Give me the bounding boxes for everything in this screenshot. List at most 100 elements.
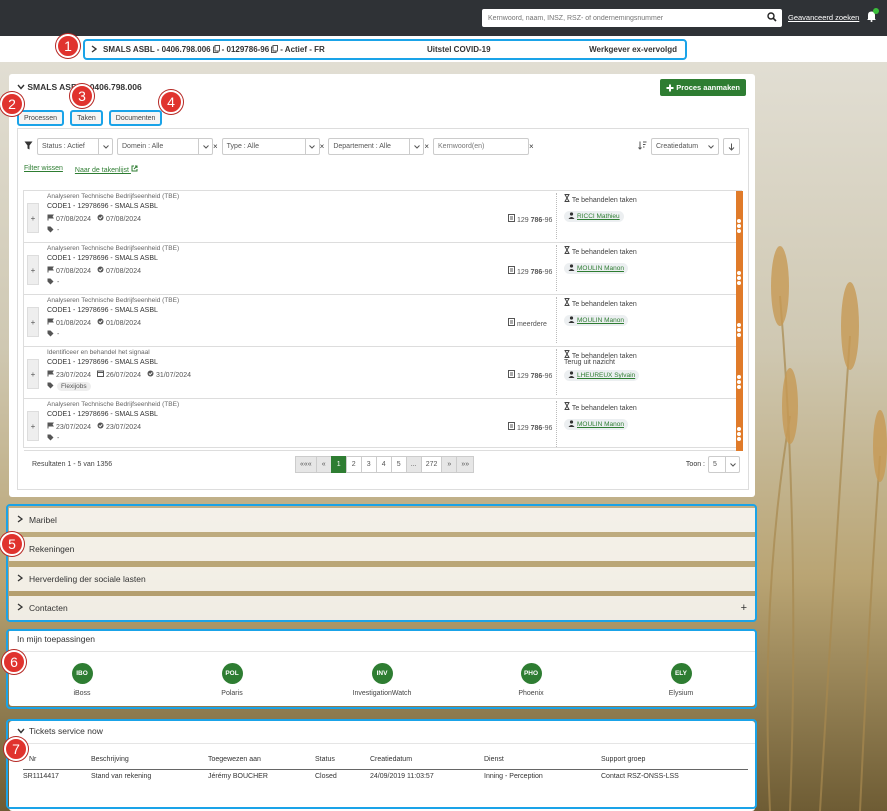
page-size-select[interactable]: 5 — [708, 456, 740, 473]
assignee-chip[interactable]: MOULIN Manon — [564, 315, 628, 326]
pagination-button[interactable]: 272 — [420, 456, 443, 473]
notification-bell-icon[interactable] — [866, 8, 879, 24]
clear-domain-icon[interactable]: × — [213, 142, 218, 151]
tab-taken[interactable]: Taken — [70, 110, 103, 126]
deadline-date: 07/08/2024 — [97, 266, 141, 275]
task-substatus: Terug uit nazicht — [564, 359, 615, 366]
more-options-icon[interactable] — [737, 323, 742, 337]
context-covid-status: Uitstel COVID-19 — [427, 45, 491, 54]
hourglass-icon — [564, 246, 570, 256]
check-circle-icon — [97, 422, 104, 431]
process-code[interactable]: CODE1 - 12978696 - SMALS ASBL — [47, 411, 158, 418]
table-row[interactable]: + Analyseren Technische Bedrijfseenheid (… — [24, 295, 743, 347]
copy-icon[interactable] — [212, 44, 220, 55]
advanced-search-link[interactable]: Geavanceerd zoeken — [788, 13, 859, 22]
process-tags: - — [47, 434, 59, 443]
table-row[interactable]: + Analyseren Technische Bedrijfseenheid (… — [24, 399, 743, 451]
page-size-control: Toon : 5 — [686, 456, 740, 473]
row-separator — [556, 401, 557, 447]
start-date: 23/07/2024 — [47, 370, 91, 379]
status-filter[interactable]: Status : Actief — [37, 138, 113, 155]
user-icon — [568, 316, 575, 325]
expand-row-icon[interactable]: + — [27, 203, 39, 233]
assignee-chip[interactable]: LHEUREUX Sylvain — [564, 370, 640, 381]
table-row[interactable]: + Analyseren Technische Bedrijfseenheid (… — [24, 243, 743, 295]
expand-row-icon[interactable]: + — [27, 359, 39, 389]
pagination-button[interactable]: 1 — [330, 456, 347, 473]
process-code[interactable]: CODE1 - 12978696 - SMALS ASBL — [47, 307, 158, 314]
document-icon — [508, 422, 515, 432]
context-company: SMALS ASBL - 0406.798.006 — [103, 45, 211, 54]
copy-icon[interactable] — [271, 44, 279, 55]
check-circle-icon — [97, 214, 104, 223]
global-search-box — [482, 9, 782, 27]
chevron-down-icon — [704, 139, 718, 154]
top-navigation-bar: Geavanceerd zoeken — [0, 0, 887, 36]
assignee-chip[interactable]: RICCI Mathieu — [564, 211, 624, 222]
tasklist-link[interactable]: Naar de takenlijst — [75, 165, 138, 174]
process-category: Analyseren Technische Bedrijfseenheid (T… — [47, 401, 180, 408]
clear-keyword-icon[interactable]: × — [529, 142, 534, 151]
priority-stripe — [736, 347, 743, 399]
clear-department-icon[interactable]: × — [424, 142, 429, 151]
pagination-button[interactable]: ««« — [295, 456, 317, 473]
process-dates: 07/08/2024 07/08/2024 — [47, 266, 141, 275]
process-code[interactable]: CODE1 - 12978696 - SMALS ASBL — [47, 255, 158, 262]
callout-badge: 7 — [4, 737, 28, 761]
tab-documenten[interactable]: Documenten — [108, 110, 163, 126]
expand-row-icon[interactable]: + — [27, 411, 39, 441]
process-code[interactable]: CODE1 - 12978696 - SMALS ASBL — [47, 359, 158, 366]
expand-row-icon[interactable]: + — [27, 307, 39, 337]
domain-filter[interactable]: Domein : Alle — [117, 138, 213, 155]
row-separator — [556, 193, 557, 239]
filter-bar: Status : Actief Domein : Alle × Type : A… — [24, 138, 534, 155]
create-process-button[interactable]: Proces aanmaken — [660, 79, 746, 96]
tag-value: - — [57, 331, 60, 338]
clear-type-icon[interactable]: × — [320, 142, 325, 151]
process-category: Analyseren Technische Bedrijfseenheid (T… — [47, 245, 180, 252]
chevron-down-icon — [304, 139, 319, 154]
row-separator — [556, 245, 557, 291]
table-row[interactable]: + Identificeer en behandel het signaal COD… — [24, 347, 743, 399]
global-search-input[interactable] — [482, 9, 762, 27]
callout-badge: 5 — [0, 532, 24, 556]
process-table: + Analyseren Technische Bedrijfseenheid (… — [23, 190, 743, 451]
pagination-button[interactable]: 5 — [390, 456, 407, 473]
pagination-button[interactable]: »» — [456, 456, 475, 473]
tab-processen[interactable]: Processen — [17, 110, 65, 126]
sort-direction-button[interactable] — [723, 138, 740, 155]
assignee-chip[interactable]: MOULIN Manon — [564, 419, 628, 430]
create-process-label: Proces aanmaken — [676, 83, 740, 92]
more-options-icon[interactable] — [737, 219, 742, 233]
chevron-down-icon — [725, 457, 739, 472]
user-icon — [568, 264, 575, 273]
callout-badge: 3 — [70, 84, 94, 108]
more-options-icon[interactable] — [737, 375, 742, 389]
process-code[interactable]: CODE1 - 12978696 - SMALS ASBL — [47, 203, 158, 210]
keyword-filter[interactable]: Kernwoord(en) — [433, 138, 530, 155]
tag-value: - — [57, 279, 60, 286]
table-row[interactable]: + Analyseren Technische Bedrijfseenheid (… — [24, 191, 743, 243]
arrow-down-icon — [728, 143, 735, 151]
expand-row-icon[interactable]: + — [27, 255, 39, 285]
pagination-button[interactable]: » — [441, 456, 458, 473]
tag-icon — [47, 382, 54, 391]
search-icon[interactable] — [767, 12, 777, 24]
clear-filter-link[interactable]: Filter wissen — [24, 165, 63, 174]
intermediate-date: 26/07/2024 — [97, 370, 141, 379]
more-options-icon[interactable] — [737, 271, 742, 285]
employer-context-bar[interactable]: SMALS ASBL - 0406.798.006 - 0129786-96 -… — [83, 39, 687, 60]
pagination-button[interactable]: 2 — [345, 456, 362, 473]
pagination-button[interactable]: « — [315, 456, 332, 473]
notification-dot — [873, 8, 879, 14]
pagination-button[interactable]: 3 — [360, 456, 377, 473]
more-options-icon[interactable] — [737, 427, 742, 441]
document-icon — [508, 370, 515, 380]
assignee-chip[interactable]: MOULIN Manon — [564, 263, 628, 274]
flag-icon — [47, 214, 54, 223]
sort-select[interactable]: Creatiedatum — [651, 138, 719, 155]
pagination-button[interactable]: 4 — [375, 456, 392, 473]
type-filter[interactable]: Type : Alle — [221, 138, 320, 155]
process-reference: 129 786-96 — [508, 422, 552, 432]
department-filter[interactable]: Departement : Alle — [328, 138, 425, 155]
